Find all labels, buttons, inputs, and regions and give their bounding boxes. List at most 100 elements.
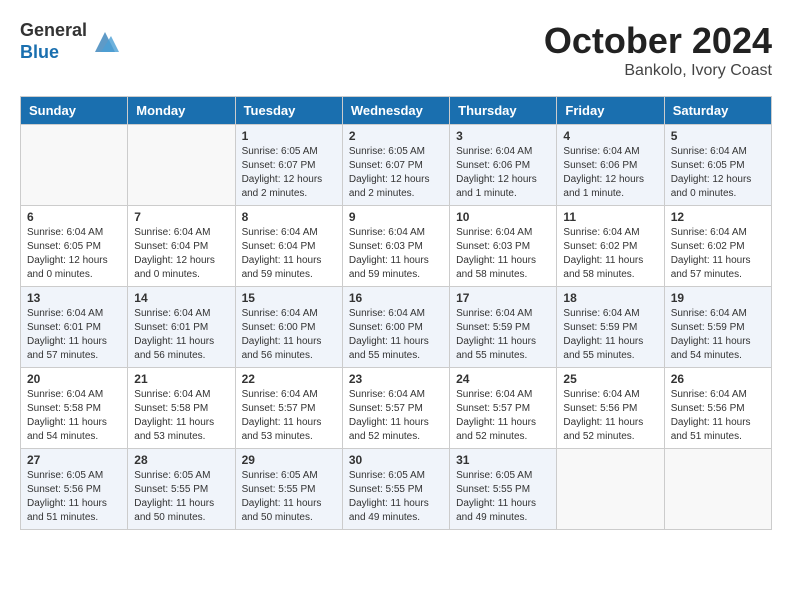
calendar-header-row: SundayMondayTuesdayWednesdayThursdayFrid…: [21, 97, 772, 125]
calendar-cell: 20Sunrise: 6:04 AMSunset: 5:58 PMDayligh…: [21, 368, 128, 449]
cell-info-text: Sunrise: 6:04 AMSunset: 6:05 PMDaylight:…: [671, 145, 765, 201]
cell-info-text: Sunrise: 6:04 AMSunset: 6:00 PMDaylight:…: [349, 307, 443, 363]
month-title: October 2024: [544, 20, 772, 62]
calendar-cell: 9 Sunrise: 6:04 AMSunset: 6:03 PMDaylight…: [342, 206, 449, 287]
cell-info-text: Sunrise: 6:04 AMSunset: 6:04 PMDaylight:…: [134, 226, 228, 282]
header-thursday: Thursday: [450, 97, 557, 125]
cell-date-number: 26: [671, 372, 765, 386]
cell-date-number: 13: [27, 291, 121, 305]
cell-date-number: 11: [563, 210, 657, 224]
cell-info-text: Sunrise: 6:04 AMSunset: 6:01 PMDaylight:…: [134, 307, 228, 363]
calendar-week-3: 13 Sunrise: 6:04 AMSunset: 6:01 PMDayligh…: [21, 287, 772, 368]
cell-date-number: 10: [456, 210, 550, 224]
cell-date-number: 29: [242, 453, 336, 467]
calendar-cell: 25 Sunrise: 6:04 AMSunset: 5:56 PMDayligh…: [557, 368, 664, 449]
cell-info-text: Sunrise: 6:04 AMSunset: 5:56 PMDaylight:…: [671, 388, 765, 444]
calendar-cell: 15 Sunrise: 6:04 AMSunset: 6:00 PMDayligh…: [235, 287, 342, 368]
logo-blue: Blue: [20, 42, 87, 64]
calendar-cell: 26 Sunrise: 6:04 AMSunset: 5:56 PMDayligh…: [664, 368, 771, 449]
cell-date-number: 2: [349, 129, 443, 143]
cell-date-number: 23: [349, 372, 443, 386]
calendar-cell: [557, 449, 664, 530]
cell-date-number: 21: [134, 372, 228, 386]
cell-info-text: Sunrise: 6:05 AMSunset: 5:55 PMDaylight:…: [242, 469, 336, 525]
calendar-cell: 17 Sunrise: 6:04 AMSunset: 5:59 PMDayligh…: [450, 287, 557, 368]
cell-date-number: 17: [456, 291, 550, 305]
header-tuesday: Tuesday: [235, 97, 342, 125]
cell-date-number: 22: [242, 372, 336, 386]
cell-info-text: Sunrise: 6:04 AMSunset: 5:57 PMDaylight:…: [242, 388, 336, 444]
calendar-cell: 29 Sunrise: 6:05 AMSunset: 5:55 PMDayligh…: [235, 449, 342, 530]
cell-date-number: 5: [671, 129, 765, 143]
calendar-cell: 28 Sunrise: 6:05 AMSunset: 5:55 PMDayligh…: [128, 449, 235, 530]
calendar-cell: 30 Sunrise: 6:05 AMSunset: 5:55 PMDayligh…: [342, 449, 449, 530]
calendar-week-1: 1 Sunrise: 6:05 AMSunset: 6:07 PMDaylight…: [21, 125, 772, 206]
calendar-cell: 16 Sunrise: 6:04 AMSunset: 6:00 PMDayligh…: [342, 287, 449, 368]
cell-info-text: Sunrise: 6:04 AMSunset: 6:04 PMDaylight:…: [242, 226, 336, 282]
calendar-cell: 6 Sunrise: 6:04 AMSunset: 6:05 PMDaylight…: [21, 206, 128, 287]
calendar-week-2: 6 Sunrise: 6:04 AMSunset: 6:05 PMDaylight…: [21, 206, 772, 287]
cell-info-text: Sunrise: 6:05 AMSunset: 5:55 PMDaylight:…: [134, 469, 228, 525]
cell-date-number: 16: [349, 291, 443, 305]
cell-info-text: Sunrise: 6:05 AMSunset: 6:07 PMDaylight:…: [242, 145, 336, 201]
header-friday: Friday: [557, 97, 664, 125]
cell-date-number: 15: [242, 291, 336, 305]
cell-info-text: Sunrise: 6:05 AMSunset: 5:55 PMDaylight:…: [456, 469, 550, 525]
cell-info-text: Sunrise: 6:04 AMSunset: 6:02 PMDaylight:…: [563, 226, 657, 282]
cell-date-number: 9: [349, 210, 443, 224]
cell-info-text: Sunrise: 6:04 AMSunset: 5:57 PMDaylight:…: [456, 388, 550, 444]
calendar-cell: 22 Sunrise: 6:04 AMSunset: 5:57 PMDayligh…: [235, 368, 342, 449]
cell-info-text: Sunrise: 6:05 AMSunset: 5:56 PMDaylight:…: [27, 469, 121, 525]
header-sunday: Sunday: [21, 97, 128, 125]
header-wednesday: Wednesday: [342, 97, 449, 125]
calendar-cell: 2Sunrise: 6:05 AMSunset: 6:07 PMDaylight…: [342, 125, 449, 206]
cell-date-number: 31: [456, 453, 550, 467]
cell-info-text: Sunrise: 6:04 AMSunset: 5:58 PMDaylight:…: [27, 388, 121, 444]
cell-date-number: 8: [242, 210, 336, 224]
cell-date-number: 14: [134, 291, 228, 305]
cell-date-number: 7: [134, 210, 228, 224]
cell-date-number: 27: [27, 453, 121, 467]
calendar-cell: 12 Sunrise: 6:04 AMSunset: 6:02 PMDayligh…: [664, 206, 771, 287]
calendar-cell: [664, 449, 771, 530]
cell-date-number: 1: [242, 129, 336, 143]
cell-info-text: Sunrise: 6:04 AMSunset: 5:59 PMDaylight:…: [456, 307, 550, 363]
cell-date-number: 6: [27, 210, 121, 224]
calendar-cell: 10Sunrise: 6:04 AMSunset: 6:03 PMDayligh…: [450, 206, 557, 287]
cell-info-text: Sunrise: 6:04 AMSunset: 6:02 PMDaylight:…: [671, 226, 765, 282]
cell-info-text: Sunrise: 6:05 AMSunset: 5:55 PMDaylight:…: [349, 469, 443, 525]
cell-date-number: 12: [671, 210, 765, 224]
calendar-cell: [21, 125, 128, 206]
cell-info-text: Sunrise: 6:04 AMSunset: 5:59 PMDaylight:…: [671, 307, 765, 363]
cell-info-text: Sunrise: 6:04 AMSunset: 6:03 PMDaylight:…: [349, 226, 443, 282]
logo: General Blue: [20, 20, 119, 63]
cell-info-text: Sunrise: 6:04 AMSunset: 5:56 PMDaylight:…: [563, 388, 657, 444]
cell-info-text: Sunrise: 6:04 AMSunset: 6:01 PMDaylight:…: [27, 307, 121, 363]
cell-date-number: 25: [563, 372, 657, 386]
calendar-table: SundayMondayTuesdayWednesdayThursdayFrid…: [20, 96, 772, 530]
cell-date-number: 3: [456, 129, 550, 143]
header: General Blue October 2024 Bankolo, Ivory…: [20, 20, 772, 80]
calendar-week-4: 20Sunrise: 6:04 AMSunset: 5:58 PMDayligh…: [21, 368, 772, 449]
cell-date-number: 30: [349, 453, 443, 467]
calendar-cell: [128, 125, 235, 206]
calendar-cell: 19 Sunrise: 6:04 AMSunset: 5:59 PMDayligh…: [664, 287, 771, 368]
calendar-cell: 13 Sunrise: 6:04 AMSunset: 6:01 PMDayligh…: [21, 287, 128, 368]
calendar-cell: 7 Sunrise: 6:04 AMSunset: 6:04 PMDaylight…: [128, 206, 235, 287]
cell-date-number: 28: [134, 453, 228, 467]
header-monday: Monday: [128, 97, 235, 125]
cell-info-text: Sunrise: 6:04 AMSunset: 6:00 PMDaylight:…: [242, 307, 336, 363]
location-subtitle: Bankolo, Ivory Coast: [544, 62, 772, 80]
cell-info-text: Sunrise: 6:04 AMSunset: 6:05 PMDaylight:…: [27, 226, 121, 282]
calendar-cell: 3 Sunrise: 6:04 AMSunset: 6:06 PMDaylight…: [450, 125, 557, 206]
calendar-cell: 11 Sunrise: 6:04 AMSunset: 6:02 PMDayligh…: [557, 206, 664, 287]
calendar-cell: 24Sunrise: 6:04 AMSunset: 5:57 PMDayligh…: [450, 368, 557, 449]
cell-info-text: Sunrise: 6:04 AMSunset: 5:59 PMDaylight:…: [563, 307, 657, 363]
calendar-cell: 5 Sunrise: 6:04 AMSunset: 6:05 PMDaylight…: [664, 125, 771, 206]
cell-date-number: 19: [671, 291, 765, 305]
calendar-cell: 1 Sunrise: 6:05 AMSunset: 6:07 PMDaylight…: [235, 125, 342, 206]
calendar-cell: 8 Sunrise: 6:04 AMSunset: 6:04 PMDaylight…: [235, 206, 342, 287]
cell-date-number: 4: [563, 129, 657, 143]
cell-info-text: Sunrise: 6:04 AMSunset: 6:06 PMDaylight:…: [456, 145, 550, 201]
calendar-week-5: 27 Sunrise: 6:05 AMSunset: 5:56 PMDayligh…: [21, 449, 772, 530]
